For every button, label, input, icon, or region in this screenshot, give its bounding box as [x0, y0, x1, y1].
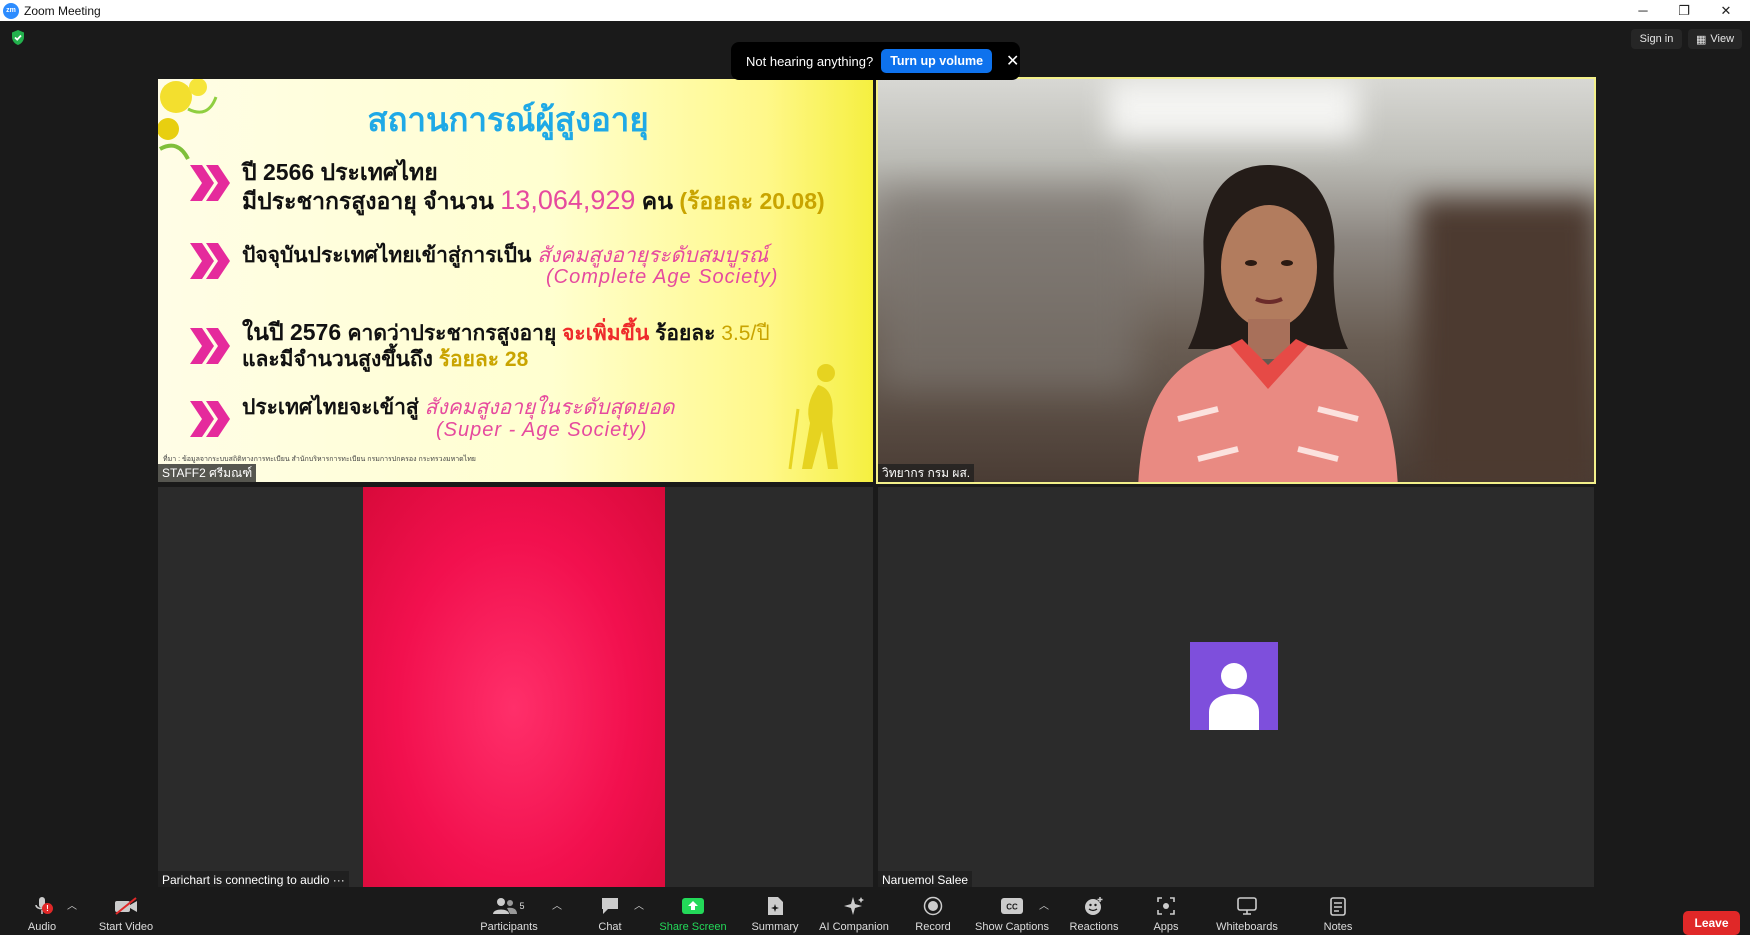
slide-text: มีประชากรสูงอายุ จำนวน — [242, 188, 501, 214]
chat-icon — [597, 895, 623, 917]
notification-text: Not hearing anything? — [746, 53, 874, 69]
captions-icon: CC — [999, 895, 1025, 917]
slide-text: และมีจำนวนสูงขึ้นถึง — [242, 348, 439, 371]
participant-tile[interactable]: Naruemol Salee — [878, 487, 1594, 889]
share-screen-label: Share Screen — [659, 921, 727, 933]
participant-video — [363, 487, 665, 889]
elderly-percent: (ร้อยละ 20.08) — [679, 188, 825, 214]
avatar-icon — [1190, 642, 1278, 730]
elderly-population-count: 13,064,929 — [500, 185, 636, 215]
slide-bullet-2-line-2: (Complete Age Society) — [546, 266, 779, 288]
view-button[interactable]: ▦ View — [1688, 29, 1742, 49]
summary-button[interactable]: Summary — [746, 887, 804, 935]
chat-options-caret-icon[interactable]: ︿ — [634, 897, 644, 912]
apps-label: Apps — [1153, 921, 1179, 933]
notification-close-icon[interactable]: ✕ — [1006, 51, 1019, 71]
apps-icon — [1153, 895, 1179, 917]
start-video-label: Start Video — [98, 921, 154, 933]
turn-up-volume-button[interactable]: Turn up volume — [881, 49, 993, 73]
slide-text: ประเทศไทยจะเข้าสู่ — [242, 396, 425, 419]
ai-companion-label: AI Companion — [819, 921, 889, 933]
video-off-icon — [113, 895, 139, 917]
projected-percent: ร้อยละ 28 — [438, 348, 529, 371]
record-icon — [920, 895, 946, 917]
participants-button[interactable]: 5 Participants — [476, 887, 542, 935]
audio-options-caret-icon[interactable]: ︿ — [67, 897, 77, 912]
participant-name-label: STAFF2 ศรีมณฑ์ — [158, 464, 257, 482]
audio-warning-badge: ! — [42, 903, 53, 914]
record-button[interactable]: Record — [910, 887, 956, 935]
chevron-bullet-icon — [188, 161, 232, 205]
audio-label: Audio — [27, 921, 57, 933]
slide-text: ร้อยละ — [649, 322, 722, 345]
sparkle-icon — [841, 895, 867, 917]
meeting-toolbar: Audio ︿ Start Video 5 Participants ︿ Cha… — [0, 887, 1750, 935]
participant-tile[interactable]: Parichart is connecting to audio ··· — [158, 487, 873, 889]
participants-icon: 5 — [489, 895, 529, 917]
security-shield-icon[interactable] — [10, 29, 26, 46]
minimize-button[interactable]: ─ — [1623, 0, 1663, 21]
window-title: Zoom Meeting — [24, 3, 101, 18]
chevron-bullet-icon — [188, 324, 232, 368]
speaker-video — [878, 79, 1594, 482]
presentation-slide: สถานการณ์ผู้สูงอายุ ปี 2566 ประเทศไทย มี… — [158, 79, 873, 482]
slide-bullet-1-line-2: มีประชากรสูงอายุ จำนวน 13,064,929 คน (ร้… — [242, 184, 825, 220]
slide-text: คน — [635, 188, 680, 214]
show-captions-label: Show Captions — [975, 921, 1049, 933]
whiteboard-icon — [1234, 895, 1260, 917]
view-label: View — [1710, 33, 1735, 45]
record-label: Record — [915, 921, 951, 933]
slide-highlight: สังคมสูงอายุระดับสมบูรณ์ — [537, 244, 769, 267]
reactions-label: Reactions — [1069, 921, 1119, 933]
share-screen-icon — [680, 895, 706, 917]
slide-bullet-3-line-2: และมีจำนวนสูงขึ้นถึง ร้อยละ 28 — [242, 343, 528, 376]
chevron-bullet-icon — [188, 397, 232, 441]
leave-button[interactable]: Leave — [1683, 911, 1740, 935]
notes-icon — [1325, 895, 1351, 917]
ai-companion-button[interactable]: AI Companion — [814, 887, 894, 935]
svg-text:CC: CC — [1006, 903, 1018, 912]
whiteboards-label: Whiteboards — [1216, 921, 1278, 933]
chat-label: Chat — [598, 921, 622, 933]
elderly-silhouette-icon — [788, 364, 838, 470]
sign-in-button[interactable]: Sign in — [1631, 29, 1682, 49]
apps-button[interactable]: Apps — [1148, 887, 1184, 935]
zoom-logo-icon: zm — [3, 2, 19, 19]
notes-label: Notes — [1323, 921, 1353, 933]
notes-button[interactable]: Notes — [1318, 887, 1358, 935]
slide-text: ในปี 2576 — [242, 319, 348, 345]
reactions-icon — [1081, 895, 1107, 917]
share-screen-button[interactable]: Share Screen — [658, 887, 728, 935]
participant-name-label: วิทยากร กรม ผส. — [878, 464, 975, 482]
close-button[interactable]: ✕ — [1706, 0, 1746, 21]
participants-options-caret-icon[interactable]: ︿ — [552, 897, 562, 912]
captions-options-caret-icon[interactable]: ︿ — [1039, 897, 1049, 912]
growth-rate: 3.5/ปี — [721, 322, 770, 345]
participants-label: Participants — [480, 921, 538, 933]
slide-text: คาดว่าประชากรสูงอายุ — [347, 322, 563, 345]
chevron-bullet-icon — [188, 239, 232, 283]
whiteboards-button[interactable]: Whiteboards — [1210, 887, 1284, 935]
window-titlebar: zm Zoom Meeting — [0, 0, 1750, 21]
chat-button[interactable]: Chat — [590, 887, 630, 935]
summary-icon — [762, 895, 788, 917]
speaker-person-icon — [1138, 165, 1398, 482]
shared-slide-tile[interactable]: สถานการณ์ผู้สูงอายุ ปี 2566 ประเทศไทย มี… — [158, 79, 873, 482]
slide-title: สถานการณ์ผู้สูงอายุ — [367, 101, 649, 138]
reactions-button[interactable]: Reactions — [1064, 887, 1124, 935]
active-speaker-tile[interactable]: วิทยากร กรม ผส. — [876, 77, 1596, 484]
slide-highlight: สังคมสูงอายุในระดับสุดยอด — [424, 396, 675, 419]
grid-icon: ▦ — [1695, 33, 1707, 46]
start-video-button[interactable]: Start Video — [96, 887, 156, 935]
slide-bullet-4-line-2: (Super - Age Society) — [436, 419, 648, 441]
slide-text: ปัจจุบันประเทศไทยเข้าสู่การเป็น — [242, 244, 538, 267]
participants-count: 5 — [519, 901, 525, 911]
slide-highlight: จะเพิ่มขึ้น — [562, 322, 650, 345]
summary-label: Summary — [751, 921, 799, 933]
restore-button[interactable]: ❐ — [1664, 0, 1704, 21]
audio-notification: Not hearing anything? Turn up volume ✕ — [731, 42, 1020, 80]
